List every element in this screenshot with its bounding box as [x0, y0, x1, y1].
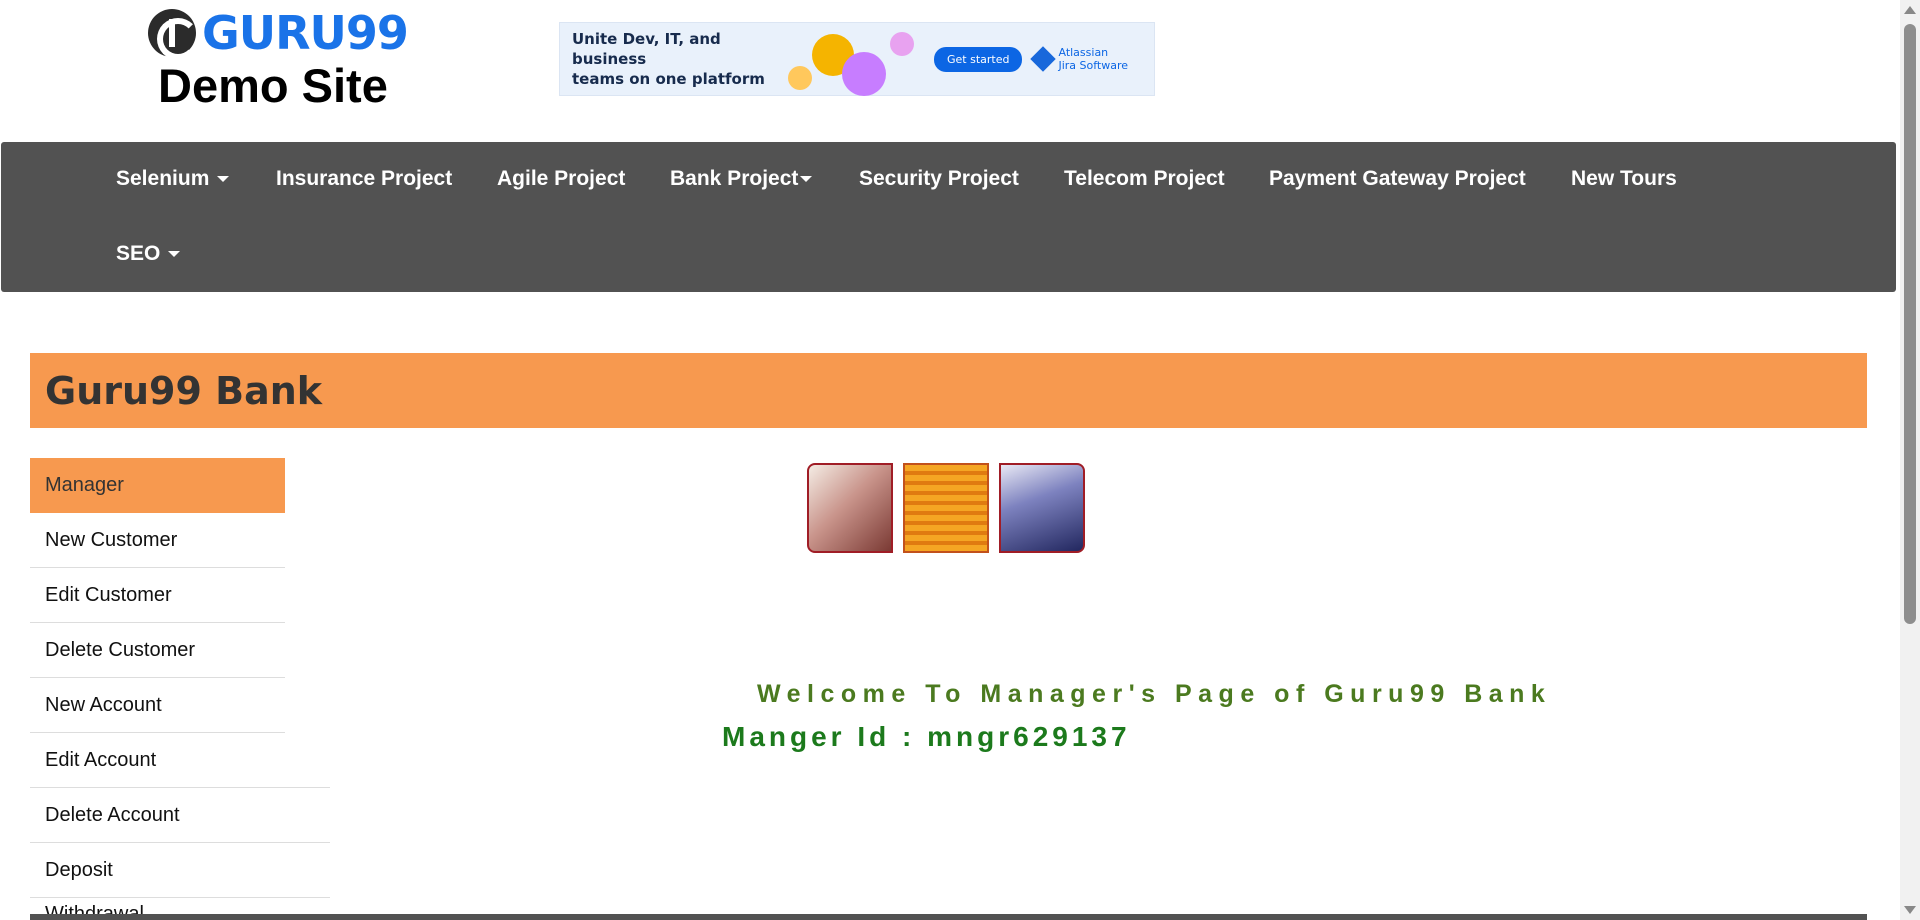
- sidebar-item-delete-customer[interactable]: Delete Customer: [30, 623, 285, 678]
- nav-insurance-project[interactable]: Insurance Project: [276, 167, 452, 191]
- businessman-image: [807, 463, 893, 553]
- ad-headline-line2: teams on one platform: [572, 70, 765, 88]
- jira-diamond-icon: [1030, 46, 1057, 72]
- nav-agile-project[interactable]: Agile Project: [497, 167, 625, 191]
- nav-seo-label: SEO: [116, 242, 161, 265]
- footer-strip: [30, 914, 1867, 920]
- logo-text: GURU99: [202, 6, 409, 60]
- welcome-message: Welcome To Manager's Page of Guru99 Bank: [757, 680, 1552, 708]
- caret-down-icon: [217, 176, 230, 183]
- site-logo[interactable]: GURU99 Demo Site: [148, 6, 409, 116]
- bank-title: Guru99 Bank: [45, 369, 323, 413]
- nav-selenium-label: Selenium: [116, 167, 210, 190]
- manager-id: Manger Id : mngr629137: [722, 721, 1131, 752]
- caret-down-icon: [800, 176, 813, 183]
- scrollbar-thumb[interactable]: [1904, 24, 1916, 624]
- ad-headline-line1: Unite Dev, IT, and business: [572, 30, 721, 68]
- sidebar-item-edit-account[interactable]: Edit Account: [30, 733, 330, 788]
- ad-people-illustration: [782, 22, 922, 96]
- scroll-up-arrow-icon[interactable]: [1904, 6, 1916, 14]
- vertical-scrollbar[interactable]: [1900, 0, 1920, 920]
- sidebar-item-new-account[interactable]: New Account: [30, 678, 285, 733]
- advertisement-banner[interactable]: Unite Dev, IT, and business teams on one…: [559, 22, 1155, 96]
- nav-bank-project-label: Bank Project: [670, 167, 799, 190]
- ad-headline: Unite Dev, IT, and business teams on one…: [572, 29, 782, 89]
- ad-brand: Atlassian Jira Software: [1030, 46, 1129, 72]
- banner-images: [807, 463, 1085, 553]
- main-navbar: Selenium Insurance Project Agile Project…: [1, 142, 1896, 292]
- nav-seo[interactable]: SEO: [116, 242, 181, 266]
- sidebar-item-new-customer[interactable]: New Customer: [30, 513, 285, 568]
- sidebar-item-deposit[interactable]: Deposit: [30, 843, 330, 898]
- bank-header-bar: Guru99 Bank: [30, 353, 1867, 428]
- nav-selenium[interactable]: Selenium: [116, 167, 230, 191]
- customer-image: [999, 463, 1085, 553]
- logo-subtitle: Demo Site: [158, 59, 388, 112]
- nav-payment-gateway-project[interactable]: Payment Gateway Project: [1269, 167, 1526, 191]
- sidebar-item-delete-account[interactable]: Delete Account: [30, 788, 330, 843]
- nav-telecom-project[interactable]: Telecom Project: [1064, 167, 1225, 191]
- ad-brand-line1: Atlassian: [1058, 46, 1109, 59]
- nav-new-tours[interactable]: New Tours: [1571, 167, 1677, 191]
- sidebar-item-manager[interactable]: Manager: [30, 458, 285, 513]
- caret-down-icon: [168, 251, 181, 258]
- coins-image: [903, 463, 989, 553]
- sidebar-item-edit-customer[interactable]: Edit Customer: [30, 568, 285, 623]
- scroll-down-arrow-icon[interactable]: [1904, 906, 1916, 914]
- guru99-logo-icon: [148, 9, 199, 60]
- ad-get-started-button[interactable]: Get started: [934, 46, 1023, 72]
- nav-bank-project[interactable]: Bank Project: [670, 167, 813, 191]
- ad-brand-line2: Jira Software: [1058, 59, 1129, 72]
- nav-security-project[interactable]: Security Project: [859, 167, 1019, 191]
- sidebar-menu: Manager New Customer Edit Customer Delet…: [30, 458, 330, 898]
